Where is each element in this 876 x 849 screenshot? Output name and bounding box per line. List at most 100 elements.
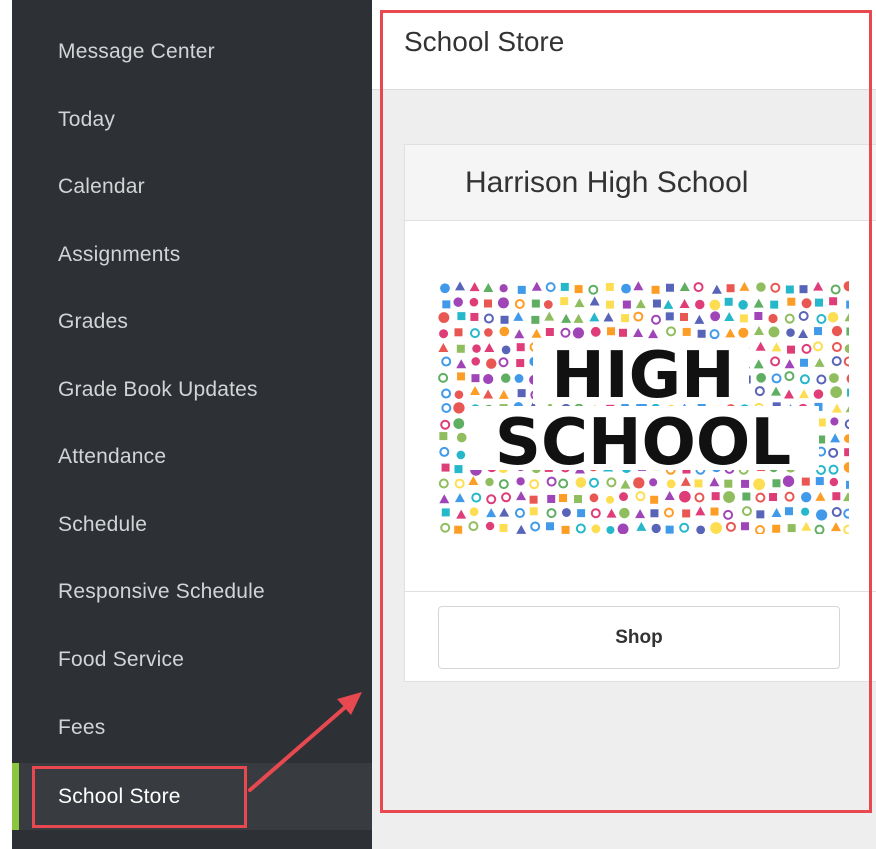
collage-icon [801,298,812,309]
collage-icon [784,491,795,502]
collage-icon [469,507,479,517]
collage-icon [696,525,706,534]
collage-icon [591,524,601,534]
collage-icon [483,313,494,324]
collage-icon [560,327,571,338]
sidebar-item-attendance[interactable]: Attendance [12,423,372,490]
image-text-line2: SCHOOL [495,406,791,480]
collage-icon [710,311,721,322]
collage-icon [831,325,843,337]
collage-icon [438,372,449,383]
page-header: School Store [372,8,876,90]
collage-icon [694,314,705,324]
collage-icon [709,329,720,340]
collage-icon [651,523,661,534]
collage-icon [724,311,735,321]
collage-icon [740,522,749,531]
collage-icon [440,419,451,430]
collage-icon [545,282,556,293]
collage-icon [815,491,826,501]
sidebar-item-label: Fees [58,715,106,739]
collage-icon [784,371,795,382]
collage-icon [831,342,842,353]
collage-icon [558,478,569,489]
collage-icon [665,283,674,292]
sidebar-item-school-store[interactable]: School Store [12,763,372,830]
collage-icon [574,495,583,504]
collage-icon [545,328,554,337]
collage-icon [753,478,766,491]
shop-button[interactable]: Shop [438,606,840,669]
collage-icon [633,281,644,291]
collage-icon [843,492,849,502]
collage-icon [843,281,849,292]
collage-icon [516,359,525,368]
collage-icon [501,492,512,503]
collage-icon [753,326,764,336]
collage-icon [513,311,524,321]
sidebar-item-grade-book-updates[interactable]: Grade Book Updates [12,356,372,423]
collage-icon [709,299,721,311]
collage-icon [619,507,630,519]
collage-icon [753,359,764,369]
collage-icon [498,479,509,490]
sidebar-item-today[interactable]: Today [12,86,372,153]
collage-icon [843,461,849,473]
collage-icon [831,356,842,367]
collage-icon [483,373,494,385]
collage-icon [469,297,479,307]
sidebar-item-calendar[interactable]: Calendar [12,153,372,220]
collage-icon [845,406,849,413]
collage-icon [830,522,841,532]
collage-icon [828,464,839,475]
collage-icon [454,478,465,489]
collage-icon [531,281,542,291]
collage-icon [815,477,824,486]
collage-icon [770,300,779,309]
collage-icon [738,300,748,310]
collage-icon [679,299,690,309]
collage-icon [846,300,849,309]
collage-icon [471,374,480,383]
collage-icon [544,311,555,321]
collage-icon [771,508,782,518]
collage-icon [635,509,646,519]
sidebar-item-schedule[interactable]: Schedule [12,491,372,558]
sidebar-item-label: Attendance [58,444,167,468]
collage-icon [483,282,494,292]
collage-icon [768,326,780,338]
collage-icon [472,344,481,353]
sidebar-item-assignments[interactable]: Assignments [12,221,372,288]
collage-icon [679,522,690,533]
sidebar-item-responsive-schedule[interactable]: Responsive Schedule [12,558,372,625]
collage-icon [844,419,849,430]
collage-icon [847,388,849,397]
collage-icon [742,492,751,501]
collage-icon [453,402,465,414]
collage-icon [498,357,509,368]
collage-icon [798,328,809,338]
collage-icon [787,297,796,306]
collage-icon [828,447,839,458]
collage-icon [695,299,705,310]
collage-icon [723,509,734,520]
collage-icon [679,490,691,503]
collage-icon [498,389,509,399]
collage-icon [663,507,674,518]
collage-icon [574,285,583,294]
collage-icon [574,298,585,308]
collage-icon [665,312,674,321]
sidebar-item-fees[interactable]: Fees [12,694,372,761]
collage-icon [517,389,526,398]
sidebar-item-food-service[interactable]: Food Service [12,626,372,693]
collage-icon [439,446,450,457]
collage-icon [469,282,480,292]
sidebar-item-message-center[interactable]: Message Center [12,18,372,85]
collage-icon [442,300,451,309]
collage-icon [830,433,841,443]
collage-icon [454,493,465,503]
sidebar-nav: Message Center Today Calendar Assignment… [12,0,372,849]
sidebar-item-grades[interactable]: Grades [12,288,372,355]
collage-icon [741,506,752,517]
collage-icon [575,523,586,534]
